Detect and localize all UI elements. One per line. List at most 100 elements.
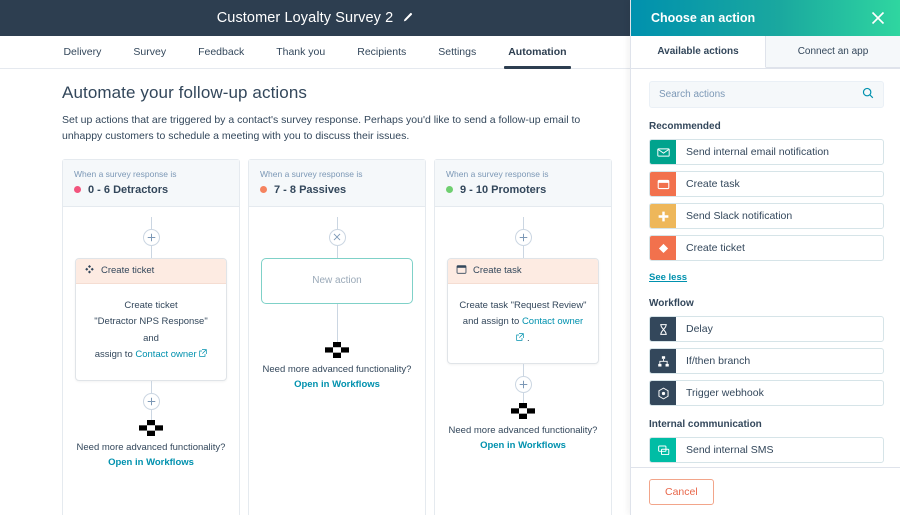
connector-line — [522, 216, 524, 229]
task-icon — [456, 264, 467, 278]
cancel-new-action-button[interactable] — [328, 228, 346, 246]
tab-delivery[interactable]: Delivery — [47, 36, 117, 68]
group-title-recommended: Recommended — [649, 121, 721, 132]
branch-header: When a survey response is 9 - 10 Promote… — [435, 159, 611, 207]
open-in-workflows-link[interactable]: Open in Workflows — [480, 440, 566, 451]
action-card-line3-prefix: assign to — [94, 349, 136, 361]
tab-automation[interactable]: Automation — [492, 36, 582, 69]
tab-feedback-label: Feedback — [198, 46, 245, 58]
branch-body: Create ticket Create ticket "Detractor N… — [63, 207, 239, 483]
tab-settings[interactable]: Settings — [422, 36, 492, 68]
tab-connect-an-app-label: Connect an app — [797, 46, 869, 57]
connector-line — [150, 245, 152, 258]
checkered-flag-icon — [325, 341, 349, 358]
hourglass-icon — [650, 317, 676, 341]
branch-body: Create task Create task "Request Review"… — [435, 207, 611, 466]
tab-recipients-label: Recipients — [357, 46, 407, 58]
panel-footer: Cancel — [631, 467, 900, 515]
action-card-create-ticket[interactable]: Create ticket Create ticket "Detractor N… — [75, 257, 227, 382]
main-app: Customer Loyalty Survey 2 Delivery Surve… — [0, 0, 630, 515]
action-send-slack-notification[interactable]: Send Slack notification — [649, 203, 884, 229]
search-icon[interactable] — [862, 86, 874, 104]
branch-column-passives: When a survey response is 7 - 8 Passives — [248, 158, 426, 515]
branch-label: 0 - 6 Detractors — [88, 183, 169, 196]
panel-title: Choose an action — [651, 11, 756, 25]
ticket-icon — [84, 264, 95, 278]
branch-label-row: 7 - 8 Passives — [260, 184, 414, 196]
group-title-workflow: Workflow — [649, 298, 694, 309]
external-link-icon[interactable] — [199, 349, 207, 360]
see-less-link[interactable]: See less — [649, 272, 687, 283]
add-action-button-bottom[interactable] — [514, 376, 532, 394]
tab-delivery-label: Delivery — [63, 46, 102, 58]
survey-nav: Delivery Survey Feedback Thank you Recip… — [0, 36, 630, 69]
external-link-icon[interactable] — [516, 333, 527, 344]
tab-feedback[interactable]: Feedback — [182, 36, 260, 68]
add-action-button[interactable] — [142, 228, 160, 246]
advanced-note: Need more advanced functionality? — [448, 425, 598, 437]
action-card-line1: Create task "Request Review" — [459, 299, 587, 311]
action-card-body: Create task "Request Review" and assign … — [448, 284, 598, 364]
action-card-header: Create task — [448, 258, 598, 284]
action-card-line3: and assign to Contact owner . — [459, 314, 587, 347]
checkered-flag-icon — [139, 420, 163, 437]
action-label: Send internal SMS — [686, 444, 774, 456]
sms-icon — [650, 438, 676, 462]
tab-connect-an-app[interactable]: Connect an app — [766, 36, 900, 68]
action-label: Trigger webhook — [686, 387, 764, 399]
search-input[interactable] — [659, 89, 862, 100]
branch-header: When a survey response is 0 - 6 Detracto… — [63, 159, 239, 207]
add-action-button[interactable] — [514, 228, 532, 246]
tab-available-actions-label: Available actions — [657, 46, 739, 57]
action-label: Send internal email notification — [686, 146, 830, 158]
advanced-note: Need more advanced functionality? — [76, 442, 226, 454]
action-delay[interactable]: Delay — [649, 316, 884, 342]
action-card-create-task[interactable]: Create task Create task "Request Review"… — [447, 257, 599, 365]
open-in-workflows-link[interactable]: Open in Workflows — [108, 457, 194, 468]
contact-owner-link[interactable]: Contact owner — [135, 349, 196, 360]
action-create-ticket[interactable]: Create ticket — [649, 235, 884, 261]
status-dot-detractors — [74, 186, 81, 194]
tab-survey[interactable]: Survey — [117, 36, 182, 68]
tab-recipients[interactable]: Recipients — [341, 36, 422, 68]
branch-label: 7 - 8 Passives — [274, 183, 347, 196]
choose-action-panel: Choose an action Available actions Conne… — [630, 0, 900, 515]
action-label: Create ticket — [686, 242, 745, 254]
branch-sublabel: When a survey response is — [260, 168, 363, 179]
advanced-note: Need more advanced functionality? — [262, 363, 412, 375]
page-title: Automate your follow-up actions — [62, 83, 308, 102]
page-description: Set up actions that are triggered by a c… — [62, 114, 581, 143]
cancel-button[interactable]: Cancel — [649, 478, 714, 505]
connector-line — [336, 303, 338, 342]
connector-line — [522, 364, 524, 377]
connector-line — [150, 216, 152, 229]
tab-available-actions[interactable]: Available actions — [631, 36, 766, 68]
action-if-then-branch[interactable]: If/then branch — [649, 348, 884, 374]
task-icon — [650, 172, 676, 196]
close-icon[interactable] — [871, 11, 885, 25]
new-action-placeholder[interactable]: New action — [261, 257, 413, 304]
action-send-internal-email-notification[interactable]: Send internal email notification — [649, 139, 884, 165]
connector-line — [150, 410, 152, 421]
status-dot-promoters — [446, 186, 453, 194]
pencil-icon[interactable] — [401, 12, 413, 24]
action-label: Create task — [686, 178, 740, 190]
ticket-icon — [650, 236, 676, 260]
new-action-label: New action — [312, 275, 362, 287]
connector-line — [336, 245, 338, 258]
branch-label-row: 9 - 10 Promoters — [446, 184, 600, 196]
tab-thank-you[interactable]: Thank you — [260, 36, 341, 68]
top-bar: Customer Loyalty Survey 2 — [0, 0, 630, 36]
tab-automation-label: Automation — [508, 46, 567, 58]
branch-columns: When a survey response is 0 - 6 Detracto… — [62, 158, 612, 515]
open-in-workflows-link[interactable]: Open in Workflows — [294, 379, 380, 390]
branch-body: New action Need more advanced functional… — [249, 207, 425, 404]
action-create-task[interactable]: Create task — [649, 171, 884, 197]
action-trigger-webhook[interactable]: Trigger webhook — [649, 380, 884, 406]
tab-settings-label: Settings — [438, 46, 477, 58]
add-action-button-bottom[interactable] — [142, 393, 160, 411]
action-label: Delay — [686, 323, 713, 335]
action-send-internal-sms[interactable]: Send internal SMS — [649, 437, 884, 463]
branch-header: When a survey response is 7 - 8 Passives — [249, 159, 425, 207]
contact-owner-link[interactable]: Contact owner — [522, 316, 583, 327]
